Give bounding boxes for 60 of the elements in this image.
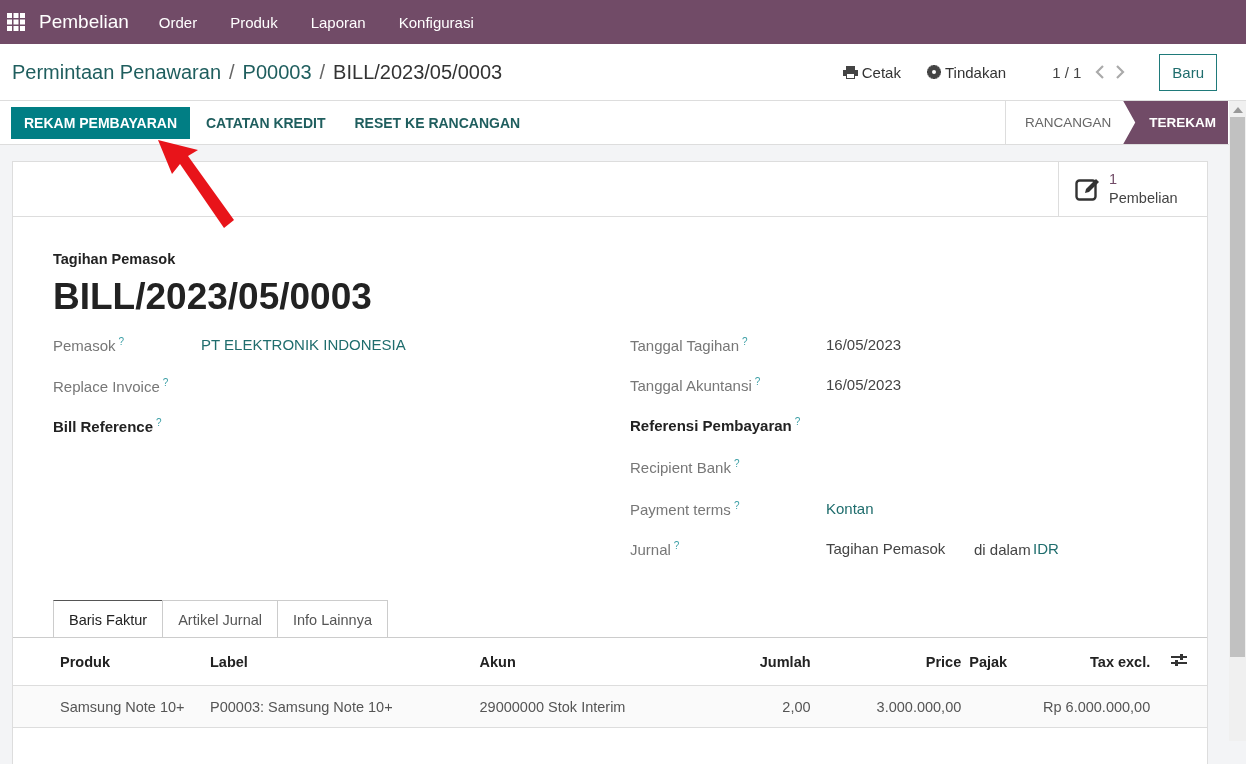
scrollbar-thumb[interactable]: [1230, 117, 1245, 657]
field-label: Bill Reference: [53, 418, 154, 435]
column-header[interactable]: Akun: [479, 653, 516, 670]
column-header[interactable]: Jumlah: [759, 653, 811, 670]
scrollbar[interactable]: [1229, 101, 1246, 741]
nav-menu-item[interactable]: Produk: [230, 13, 278, 31]
column-header[interactable]: Price: [925, 653, 962, 670]
purchase-label: Pembelian: [1109, 189, 1178, 208]
action-button[interactable]: Tindakan: [926, 63, 1007, 81]
field-label: Tanggal Tagihan: [630, 337, 739, 354]
nav-menu-item[interactable]: Konfigurasi: [398, 13, 474, 31]
previous-icon[interactable]: [1095, 65, 1106, 79]
print-button[interactable]: Cetak: [842, 63, 901, 81]
column-header[interactable]: Produk: [60, 653, 110, 670]
field-label: Recipient Bank: [630, 459, 731, 476]
field-value: Tagihan Pemasok: [826, 540, 947, 559]
field-label: Tanggal Akuntansi: [630, 377, 752, 394]
app-title[interactable]: Pembelian: [39, 11, 129, 33]
purchase-smart-button[interactable]: 1 Pembelian: [1058, 162, 1207, 216]
breadcrumb-link[interactable]: Permintaan Penawaran: [12, 60, 221, 84]
table-cell: 2,00: [782, 698, 811, 715]
header-button[interactable]: REKAM PEMBAYARAN: [11, 106, 190, 139]
field-label: Jurnal: [630, 541, 671, 558]
field-link[interactable]: Kontan: [826, 500, 874, 540]
field-value: 16/05/2023: [826, 376, 902, 395]
printer-icon: [842, 65, 858, 79]
column-header[interactable]: Tax excl.: [1090, 653, 1151, 670]
document-title: BILL/2023/05/0003: [53, 276, 373, 318]
nav-menu-item[interactable]: Laporan: [310, 13, 366, 31]
table-cell: P00003: Samsung Note 10+: [210, 698, 393, 715]
document-type-label: Tagihan Pemasok: [53, 251, 177, 267]
field-link[interactable]: IDR: [1033, 540, 1059, 580]
breadcrumb-current: BILL/2023/05/0003: [333, 60, 503, 84]
breadcrumb-separator: /: [319, 60, 326, 84]
table-cell: Samsung Note 10+: [60, 698, 185, 715]
breadcrumb-separator: /: [229, 60, 235, 84]
pager-counter: 1 / 1: [1052, 63, 1082, 81]
next-icon[interactable]: [1115, 65, 1126, 79]
scroll-up-icon[interactable]: [1232, 107, 1243, 113]
field-label: Payment terms: [630, 501, 731, 518]
nav-menu-item[interactable]: Order: [158, 13, 198, 31]
apps-menu-icon[interactable]: [7, 13, 25, 31]
notebook-tab[interactable]: Info Lainnya: [277, 600, 388, 637]
field-label: Referensi Pembayaran: [630, 417, 792, 434]
table-cell: 29000000 Stok Interim: [479, 698, 626, 715]
status-stage[interactable]: TEREKAM: [1123, 101, 1228, 144]
column-header[interactable]: Label: [210, 653, 248, 670]
field-label: Pemasok: [53, 337, 116, 354]
column-header[interactable]: Pajak: [969, 653, 1008, 670]
new-button[interactable]: Baru: [1159, 53, 1217, 91]
breadcrumb-link[interactable]: P00003: [242, 60, 312, 84]
field-label: Replace Invoice: [53, 378, 160, 395]
table-cell: 3.000.000,00: [876, 698, 962, 715]
notebook-tab[interactable]: Baris Faktur: [53, 600, 164, 637]
field-link[interactable]: PT ELEKTRONIK INDONESIA: [201, 336, 406, 377]
field-value: di dalam: [974, 540, 1032, 560]
field-value: 16/05/2023: [826, 336, 902, 355]
purchase-count: 1: [1109, 170, 1119, 189]
column-settings-icon[interactable]: [1171, 653, 1188, 667]
table-cell: Rp 6.000.000,00: [1043, 698, 1151, 715]
